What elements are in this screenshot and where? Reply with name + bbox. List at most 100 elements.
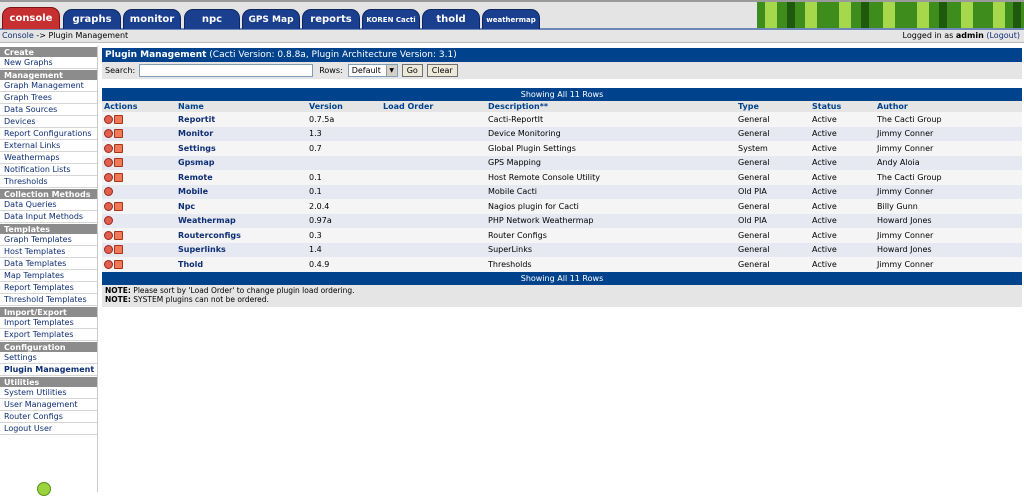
plugin-name-link[interactable]: Mobile — [176, 184, 307, 199]
column-header-status[interactable]: Status — [810, 101, 875, 112]
plugin-type: General — [736, 155, 810, 170]
plugin-description: Mobile Cacti — [486, 184, 736, 199]
plugin-name-link[interactable]: Thold — [176, 257, 307, 272]
sidebar-item-import-templates[interactable]: Import Templates — [0, 317, 97, 329]
row-actions — [102, 141, 176, 156]
plugin-name-link[interactable]: Reportit — [176, 112, 307, 127]
plugin-description: SuperLinks — [486, 242, 736, 257]
tab-monitor[interactable]: monitor — [123, 9, 181, 29]
plugin-type: General — [736, 242, 810, 257]
uninstall-icon[interactable] — [104, 114, 113, 124]
uninstall-icon[interactable] — [104, 245, 113, 255]
sidebar-item-logout-user[interactable]: Logout User — [0, 423, 97, 435]
sidebar-item-notification-lists[interactable]: Notification Lists — [0, 164, 97, 176]
uninstall-icon[interactable] — [104, 216, 113, 226]
table-row: Reportit 0.7.5a Cacti-ReportIt General Activ… — [102, 112, 1022, 127]
filter-bar: Search: Rows: Default ▼ Go Clear — [102, 62, 1022, 79]
sidebar-item-new-graphs[interactable]: New Graphs — [0, 57, 97, 69]
column-header-author[interactable]: Author — [875, 101, 1022, 112]
sidebar-item-data-templates[interactable]: Data Templates — [0, 258, 97, 270]
tab-thold[interactable]: thold — [422, 9, 480, 29]
sidebar-heading-utilities: Utilities — [0, 376, 97, 387]
disable-icon[interactable] — [114, 201, 123, 211]
uninstall-icon[interactable] — [104, 187, 113, 197]
sidebar-item-user-management[interactable]: User Management — [0, 399, 97, 411]
note-load-order: NOTE: Please sort by 'Load Order' to cha… — [105, 286, 1019, 295]
column-header-version[interactable]: Version — [307, 101, 381, 112]
column-header-type[interactable]: Type — [736, 101, 810, 112]
plugin-name-link[interactable]: Remote — [176, 170, 307, 185]
column-header-load-order[interactable]: Load Order — [381, 101, 486, 112]
uninstall-icon[interactable] — [104, 201, 113, 211]
breadcrumb-console-link[interactable]: Console — [2, 31, 34, 40]
sidebar-item-thresholds[interactable]: Thresholds — [0, 176, 97, 188]
uninstall-icon[interactable] — [104, 158, 113, 168]
sidebar-item-graph-trees[interactable]: Graph Trees — [0, 92, 97, 104]
tab-npc[interactable]: npc — [184, 9, 240, 29]
plugin-version: 0.1 — [307, 184, 381, 199]
sidebar-item-host-templates[interactable]: Host Templates — [0, 246, 97, 258]
plugin-type: Old PIA — [736, 213, 810, 228]
sidebar-item-data-input-methods[interactable]: Data Input Methods — [0, 211, 97, 223]
tab-reports[interactable]: reports — [302, 9, 360, 29]
sidebar-item-map-templates[interactable]: Map Templates — [0, 270, 97, 282]
tab-weathermap[interactable]: weathermap — [482, 9, 540, 29]
uninstall-icon[interactable] — [104, 143, 113, 153]
sidebar-item-data-sources[interactable]: Data Sources — [0, 104, 97, 116]
chevron-down-icon[interactable]: ▼ — [385, 65, 397, 76]
sidebar-item-graph-management[interactable]: Graph Management — [0, 80, 97, 92]
plugin-status: Active — [810, 242, 875, 257]
sidebar-item-router-configs[interactable]: Router Configs — [0, 411, 97, 423]
sidebar-item-settings[interactable]: Settings — [0, 352, 97, 364]
uninstall-icon[interactable] — [104, 172, 113, 182]
uninstall-icon[interactable] — [104, 259, 113, 269]
sidebar-item-threshold-templates[interactable]: Threshold Templates — [0, 294, 97, 306]
plugin-name-link[interactable]: Monitor — [176, 126, 307, 141]
login-prefix: Logged in as — [902, 31, 954, 40]
plugin-name-link[interactable]: Settings — [176, 141, 307, 156]
plugins-table: Actions Name Version Load Order Descript… — [102, 101, 1022, 272]
rows-select[interactable]: Default ▼ — [347, 64, 398, 77]
sidebar-item-data-queries[interactable]: Data Queries — [0, 199, 97, 211]
plugin-type: General — [736, 199, 810, 214]
disable-icon[interactable] — [114, 245, 123, 255]
column-header-name[interactable]: Name — [176, 101, 307, 112]
disable-icon[interactable] — [114, 114, 123, 124]
disable-icon[interactable] — [114, 172, 123, 182]
search-input[interactable] — [139, 64, 314, 77]
plugin-name-link[interactable]: Superlinks — [176, 242, 307, 257]
sidebar-item-external-links[interactable]: External Links — [0, 140, 97, 152]
disable-icon[interactable] — [114, 143, 123, 153]
logout-link[interactable]: (Logout) — [986, 31, 1020, 40]
page-title-main: Plugin Management — [105, 50, 207, 60]
tab-console[interactable]: console — [2, 7, 60, 29]
sidebar-item-weathermaps[interactable]: Weathermaps — [0, 152, 97, 164]
disable-icon[interactable] — [114, 230, 123, 240]
uninstall-icon[interactable] — [104, 129, 113, 139]
sidebar-item-export-templates[interactable]: Export Templates — [0, 329, 97, 341]
tab-graphs[interactable]: graphs — [63, 9, 121, 29]
sidebar-item-devices[interactable]: Devices — [0, 116, 97, 128]
sidebar-item-plugin-management[interactable]: Plugin Management — [0, 364, 97, 376]
plugin-load-order — [381, 199, 486, 214]
plugin-name-link[interactable]: Weathermap — [176, 213, 307, 228]
disable-icon[interactable] — [114, 158, 123, 168]
column-header-actions[interactable]: Actions — [102, 101, 176, 112]
plugin-name-link[interactable]: Gpsmap — [176, 155, 307, 170]
column-header-description[interactable]: Description** — [486, 101, 736, 112]
sidebar-item-report-templates[interactable]: Report Templates — [0, 282, 97, 294]
sidebar-item-graph-templates[interactable]: Graph Templates — [0, 234, 97, 246]
go-button[interactable]: Go — [401, 64, 423, 77]
disable-icon[interactable] — [114, 259, 123, 269]
disable-icon[interactable] — [114, 129, 123, 139]
plugin-name-link[interactable]: Npc — [176, 199, 307, 214]
tab-gps-map[interactable]: GPS Map — [242, 9, 300, 29]
uninstall-icon[interactable] — [104, 230, 113, 240]
sidebar-item-system-utilities[interactable]: System Utilities — [0, 387, 97, 399]
plugin-name-link[interactable]: Routerconfigs — [176, 228, 307, 243]
plugin-type: General — [736, 112, 810, 127]
plugin-description: Thresholds — [486, 257, 736, 272]
clear-button[interactable]: Clear — [426, 64, 458, 77]
tab-koren-cacti[interactable]: KOREN Cacti — [362, 9, 420, 29]
sidebar-item-report-configurations[interactable]: Report Configurations — [0, 128, 97, 140]
